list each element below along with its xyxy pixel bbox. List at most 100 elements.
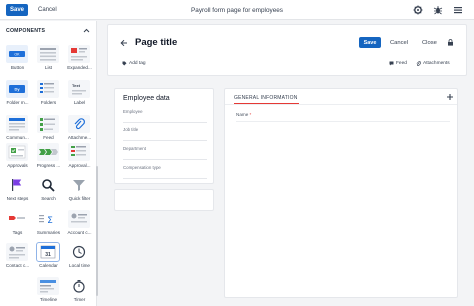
add-tag-button[interactable]: Add tag	[122, 61, 146, 66]
name-input[interactable]	[236, 121, 450, 122]
name-field-label: Name *	[236, 112, 251, 117]
component-summaries[interactable]: Σ Summaries	[33, 210, 64, 244]
tag-icon	[122, 61, 127, 66]
compensation-type-field[interactable]: Compensation type	[123, 163, 207, 179]
approvals-icon	[6, 143, 28, 161]
folders-icon	[37, 80, 59, 98]
page-close-button[interactable]: Close	[422, 37, 437, 48]
name-label-text: Name	[236, 112, 249, 117]
component-search[interactable]: Search	[33, 176, 64, 210]
department-field[interactable]: Department	[123, 144, 207, 160]
top-bar: Save Cancel Payroll form page for employ…	[0, 0, 474, 20]
employee-data-card: Employee data Employee Job title Departm…	[114, 88, 214, 184]
component-label[interactable]: Text Label	[64, 80, 95, 114]
component-progress-bar[interactable]: Progress ...	[33, 143, 64, 177]
component-next-steps[interactable]: Next steps	[2, 176, 33, 210]
tab-general-information[interactable]: GENERAL INFORMATION	[234, 95, 298, 101]
general-information-card: GENERAL INFORMATION Name *	[224, 88, 458, 298]
component-button[interactable]: OK Button	[2, 45, 33, 79]
folder-manager-icon: Dy	[6, 80, 28, 98]
clock-icon	[68, 243, 90, 261]
back-arrow-icon[interactable]	[120, 39, 128, 47]
cancel-button[interactable]: Cancel	[38, 4, 57, 16]
add-tab-plus-icon[interactable]	[446, 93, 454, 101]
timeline-icon	[37, 277, 59, 295]
empty-card	[114, 189, 214, 211]
component-account-compact[interactable]: Account c...	[64, 210, 95, 244]
button-icon: OK	[6, 45, 28, 63]
component-label: Calendar	[39, 263, 58, 268]
page-header: Page title Save Cancel Close Add tag Fee…	[107, 24, 467, 76]
employee-data-title: Employee data	[123, 95, 170, 102]
component-label: Approval...	[68, 163, 91, 168]
required-mark: *	[249, 112, 252, 117]
component-timer[interactable]: Timer	[64, 277, 95, 306]
field-label: Job title	[123, 127, 139, 132]
page-cancel-button[interactable]: Cancel	[390, 37, 408, 48]
page-name-title: Payroll form page for employees	[191, 6, 283, 14]
field-label: Compensation type	[123, 165, 161, 170]
component-approval-list[interactable]: Approval...	[64, 143, 95, 177]
field-label: Department	[123, 146, 146, 151]
attachments-icon	[68, 115, 90, 133]
menu-list-icon[interactable]	[452, 4, 464, 16]
component-label: Next steps	[6, 196, 29, 201]
component-label: Quick filter	[68, 196, 91, 201]
components-scrollbar[interactable]	[96, 166, 98, 296]
component-label: Label	[73, 100, 86, 105]
component-label: Attachme...	[67, 135, 92, 140]
component-label: Local time	[69, 263, 90, 268]
component-approvals[interactable]: Approvals	[2, 143, 33, 177]
svg-text:31: 31	[45, 252, 51, 258]
component-label: Account c...	[67, 230, 92, 235]
feed-chat-icon	[389, 61, 394, 66]
label-icon: Text	[68, 80, 90, 98]
svg-text:Text: Text	[72, 83, 81, 88]
component-tags[interactable]: Tags	[2, 210, 33, 244]
debug-icon[interactable]	[432, 4, 444, 16]
component-label: Button	[10, 65, 25, 70]
component-list[interactable]: List	[33, 45, 64, 79]
component-local-time[interactable]: Local time	[64, 243, 95, 277]
component-folder-manager[interactable]: Dy Folder m...	[2, 80, 33, 114]
save-button[interactable]: Save	[6, 4, 28, 16]
progress-bar-icon	[37, 143, 59, 161]
component-label: Feed	[43, 135, 54, 140]
paperclip-icon	[416, 61, 421, 66]
employee-field[interactable]: Employee	[123, 107, 207, 123]
page-title: Page title	[135, 37, 178, 48]
timer-icon	[68, 277, 90, 295]
component-label: Contact c...	[5, 263, 30, 268]
chevron-up-icon[interactable]	[83, 27, 90, 34]
component-quick-filter[interactable]: Quick filter	[64, 176, 95, 210]
next-steps-flag-icon	[6, 176, 28, 194]
list-icon	[37, 45, 59, 63]
component-contact-compact[interactable]: Contact c...	[2, 243, 33, 277]
job-title-field[interactable]: Job title	[123, 125, 207, 141]
field-label: Employee	[123, 109, 143, 114]
component-calendar[interactable]: 31 Calendar	[33, 242, 64, 277]
attachments-label: Attachments	[423, 61, 450, 66]
settings-gear-icon[interactable]	[412, 4, 424, 16]
component-timeline[interactable]: Timeline	[33, 277, 64, 306]
component-label: Progress ...	[36, 163, 61, 168]
page-save-button[interactable]: Save	[359, 37, 381, 48]
feed-button[interactable]: Feed	[389, 61, 407, 66]
svg-text:OK: OK	[14, 53, 20, 57]
component-label: Search	[41, 196, 56, 201]
quick-filter-icon	[68, 176, 90, 194]
svg-text:Σ: Σ	[47, 216, 53, 225]
feed-icon	[37, 115, 59, 133]
tab-divider	[225, 104, 457, 105]
contact-compact-icon	[6, 243, 28, 261]
component-expanded-list[interactable]: Expanded...	[64, 45, 95, 79]
lock-icon[interactable]	[447, 39, 454, 46]
component-label: Timer	[73, 297, 86, 302]
attachments-button[interactable]: Attachments	[416, 61, 450, 66]
svg-text:Dy: Dy	[14, 87, 20, 92]
component-folders[interactable]: Folders	[33, 80, 64, 114]
component-label: Folders	[40, 100, 57, 105]
component-label: Folder m...	[6, 100, 29, 105]
tags-icon	[6, 210, 28, 228]
calendar-icon: 31	[36, 242, 60, 262]
